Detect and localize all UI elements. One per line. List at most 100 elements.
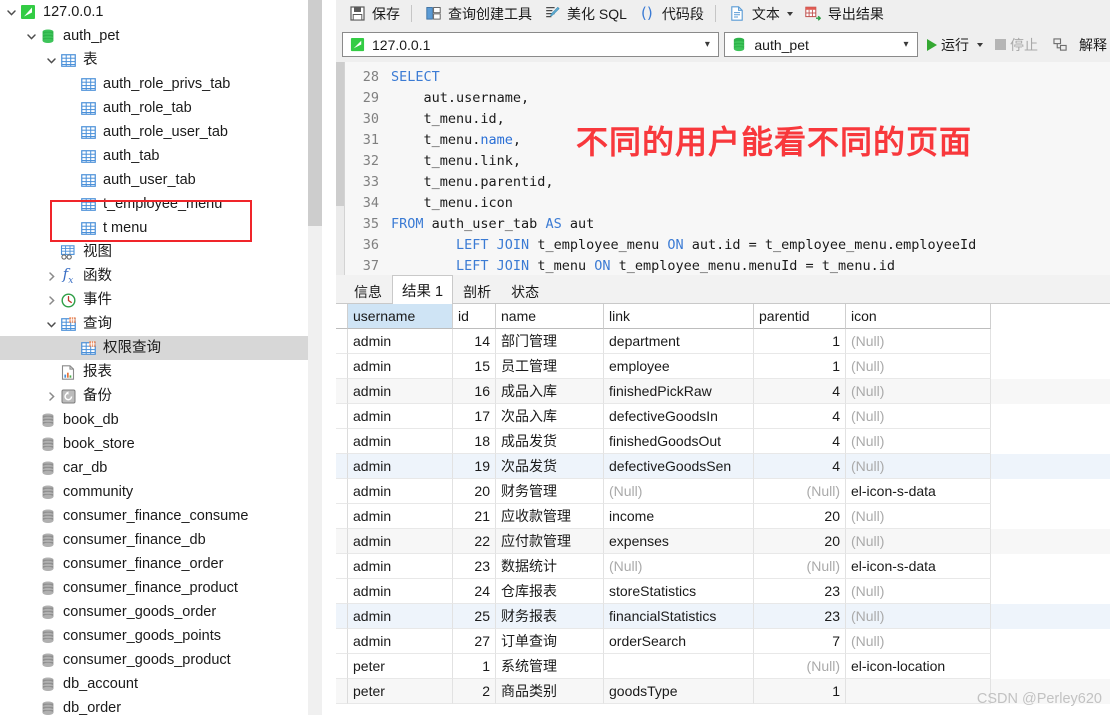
row-gutter-cell[interactable]	[336, 354, 348, 379]
cell-link[interactable]	[604, 654, 754, 679]
grid-column-header-link[interactable]: link	[604, 304, 754, 329]
cell-name[interactable]: 成品入库	[496, 379, 604, 404]
cell-username[interactable]: admin	[348, 354, 453, 379]
chevron-down-icon[interactable]	[44, 55, 58, 66]
cell-id[interactable]: 25	[453, 604, 496, 629]
row-gutter-cell[interactable]	[336, 579, 348, 604]
sidebar-scrollbar-track[interactable]	[308, 0, 322, 715]
chevron-right-icon[interactable]	[44, 271, 58, 282]
cell-icon[interactable]: el-icon-s-data	[846, 554, 991, 579]
cell-icon[interactable]: (Null)	[846, 429, 991, 454]
cell-link[interactable]: expenses	[604, 529, 754, 554]
tree-item-consumer-finance-db[interactable]: consumer_finance_db	[0, 528, 322, 552]
result-grid[interactable]: username id name link parentid icon admin 14 部门…	[336, 304, 1110, 711]
chevron-down-icon[interactable]	[44, 319, 58, 330]
tree-item-community[interactable]: community	[0, 480, 322, 504]
table-row[interactable]: admin 24 仓库报表 storeStatistics 23 (Null)	[336, 579, 1110, 604]
cell-parentid[interactable]: 4	[754, 454, 846, 479]
chevron-down-icon[interactable]: ▾	[895, 39, 917, 50]
row-gutter-cell[interactable]	[336, 679, 348, 704]
cell-username[interactable]: admin	[348, 479, 453, 504]
cell-parentid[interactable]: 20	[754, 529, 846, 554]
sql-code-text[interactable]: 28 SELECT 29 aut.username, 30 t_menu.id, 31 …	[345, 67, 977, 275]
cell-id[interactable]: 27	[453, 629, 496, 654]
table-row[interactable]: admin 14 部门管理 department 1 (Null)	[336, 329, 1110, 354]
cell-id[interactable]: 2	[453, 679, 496, 704]
chevron-down-icon[interactable]	[24, 31, 38, 42]
toolbar-button-2[interactable]: 美化 SQL	[537, 2, 632, 25]
cell-name[interactable]: 应收款管理	[496, 504, 604, 529]
chevron-down-icon[interactable]: ▾	[696, 39, 718, 50]
cell-link[interactable]: orderSearch	[604, 629, 754, 654]
cell-name[interactable]: 仓库报表	[496, 579, 604, 604]
table-row[interactable]: admin 21 应收款管理 income 20 (Null)	[336, 504, 1110, 529]
cell-link[interactable]: (Null)	[604, 554, 754, 579]
cell-id[interactable]: 18	[453, 429, 496, 454]
stop-button[interactable]: 停止	[992, 35, 1041, 55]
explain-button[interactable]: 解释	[1047, 35, 1110, 55]
toolbar-button-4[interactable]: 文本	[722, 2, 798, 25]
tree-item-查询[interactable]: 查询	[0, 312, 322, 336]
row-gutter-cell[interactable]	[336, 429, 348, 454]
tree-item-127.0.0.1[interactable]: 127.0.0.1	[0, 0, 322, 24]
cell-username[interactable]: admin	[348, 429, 453, 454]
toolbar-button-0[interactable]: 保存	[342, 2, 405, 25]
tree-item-consumer-goods-product[interactable]: consumer_goods_product	[0, 648, 322, 672]
table-row[interactable]: admin 19 次品发货 defectiveGoodsSen 4 (Null)	[336, 454, 1110, 479]
cell-parentid[interactable]: 23	[754, 604, 846, 629]
cell-name[interactable]: 订单查询	[496, 629, 604, 654]
result-tab-1[interactable]: 结果 1	[392, 275, 454, 304]
cell-link[interactable]: department	[604, 329, 754, 354]
grid-column-header-icon[interactable]: icon	[846, 304, 991, 329]
cell-link[interactable]: financialStatistics	[604, 604, 754, 629]
cell-name[interactable]: 数据统计	[496, 554, 604, 579]
result-tab-3[interactable]: 状态	[501, 279, 549, 303]
table-row[interactable]: admin 18 成品发货 finishedGoodsOut 4 (Null)	[336, 429, 1110, 454]
cell-username[interactable]: admin	[348, 554, 453, 579]
cell-username[interactable]: peter	[348, 654, 453, 679]
table-row[interactable]: admin 27 订单查询 orderSearch 7 (Null)	[336, 629, 1110, 654]
row-gutter-cell[interactable]	[336, 604, 348, 629]
cell-id[interactable]: 23	[453, 554, 496, 579]
table-row[interactable]: peter 1 系统管理 (Null) el-icon-location	[336, 654, 1110, 679]
cell-icon[interactable]: (Null)	[846, 329, 991, 354]
cell-icon[interactable]: (Null)	[846, 504, 991, 529]
cell-parentid[interactable]: 1	[754, 329, 846, 354]
cell-username[interactable]: admin	[348, 579, 453, 604]
cell-name[interactable]: 应付款管理	[496, 529, 604, 554]
cell-name[interactable]: 员工管理	[496, 354, 604, 379]
cell-parentid[interactable]: (Null)	[754, 479, 846, 504]
table-row[interactable]: admin 22 应付款管理 expenses 20 (Null)	[336, 529, 1110, 554]
cell-icon[interactable]: el-icon-s-data	[846, 479, 991, 504]
result-tab-2[interactable]: 剖析	[453, 279, 501, 303]
cell-link[interactable]: defectiveGoodsSen	[604, 454, 754, 479]
tree-item-t-menu[interactable]: t menu	[0, 216, 322, 240]
toolbar-button-5[interactable]: 导出结果	[798, 2, 889, 25]
row-gutter-cell[interactable]	[336, 454, 348, 479]
cell-id[interactable]: 22	[453, 529, 496, 554]
cell-id[interactable]: 19	[453, 454, 496, 479]
cell-username[interactable]: admin	[348, 529, 453, 554]
cell-id[interactable]: 15	[453, 354, 496, 379]
grid-column-header-parentid[interactable]: parentid	[754, 304, 846, 329]
cell-username[interactable]: admin	[348, 454, 453, 479]
cell-icon[interactable]: (Null)	[846, 379, 991, 404]
row-gutter-cell[interactable]	[336, 629, 348, 654]
chevron-down-icon[interactable]	[4, 7, 18, 18]
cell-name[interactable]: 系统管理	[496, 654, 604, 679]
tree-item-auth-user-tab[interactable]: auth_user_tab	[0, 168, 322, 192]
table-row[interactable]: admin 15 员工管理 employee 1 (Null)	[336, 354, 1110, 379]
cell-link[interactable]: income	[604, 504, 754, 529]
toolbar-button-1[interactable]: 查询创建工具	[418, 2, 537, 25]
tree-item-事件[interactable]: 事件	[0, 288, 322, 312]
cell-username[interactable]: admin	[348, 404, 453, 429]
database-combobox[interactable]: auth_pet ▾	[724, 32, 918, 57]
cell-link[interactable]: finishedGoodsOut	[604, 429, 754, 454]
tree-item-函数[interactable]: fx 函数	[0, 264, 322, 288]
tree-item-备份[interactable]: 备份	[0, 384, 322, 408]
cell-name[interactable]: 商品类别	[496, 679, 604, 704]
pane-splitter[interactable]	[322, 0, 336, 715]
tree-item-book-store[interactable]: book_store	[0, 432, 322, 456]
cell-name[interactable]: 成品发货	[496, 429, 604, 454]
row-gutter-cell[interactable]	[336, 529, 348, 554]
